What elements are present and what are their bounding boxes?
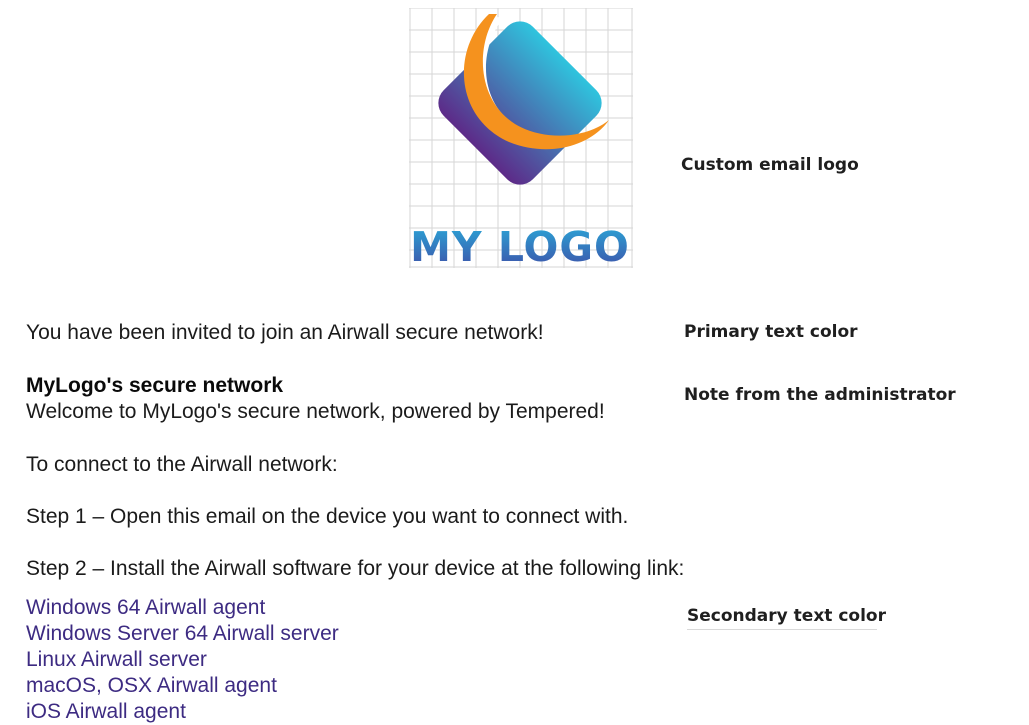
list-item: Linux Airwall server — [26, 647, 339, 673]
custom-email-logo: MY LOGO — [409, 8, 633, 268]
windows-64-agent-link[interactable]: Windows 64 Airwall agent — [26, 596, 265, 619]
logo-image: MY LOGO — [409, 8, 633, 268]
network-title: MyLogo's secure network — [26, 374, 284, 397]
invite-text: You have been invited to join an Airwall… — [26, 321, 544, 344]
welcome-text: Welcome to MyLogo's secure network, powe… — [26, 400, 605, 423]
windows-server-64-link[interactable]: Windows Server 64 Airwall server — [26, 622, 339, 645]
list-item: macOS, OSX Airwall agent — [26, 673, 339, 699]
primary-text-color-label: Primary text color — [684, 322, 858, 342]
secondary-text-color-label: Secondary text color — [687, 606, 886, 630]
ios-agent-link[interactable]: iOS Airwall agent — [26, 700, 186, 723]
list-item: Windows 64 Airwall agent — [26, 595, 339, 621]
admin-note-label: Note from the administrator — [684, 385, 956, 405]
step-1-text: Step 1 – Open this email on the device y… — [26, 505, 629, 528]
linux-server-link[interactable]: Linux Airwall server — [26, 648, 207, 671]
connect-intro-text: To connect to the Airwall network: — [26, 453, 338, 476]
macos-agent-link[interactable]: macOS, OSX Airwall agent — [26, 674, 277, 697]
logo-text: MY LOGO — [410, 223, 630, 268]
custom-email-logo-label: Custom email logo — [681, 155, 859, 175]
step-2-text: Step 2 – Install the Airwall software fo… — [26, 557, 685, 580]
list-item: Windows Server 64 Airwall server — [26, 621, 339, 647]
list-item: iOS Airwall agent — [26, 699, 339, 725]
logo-diamond-shape — [438, 21, 602, 185]
